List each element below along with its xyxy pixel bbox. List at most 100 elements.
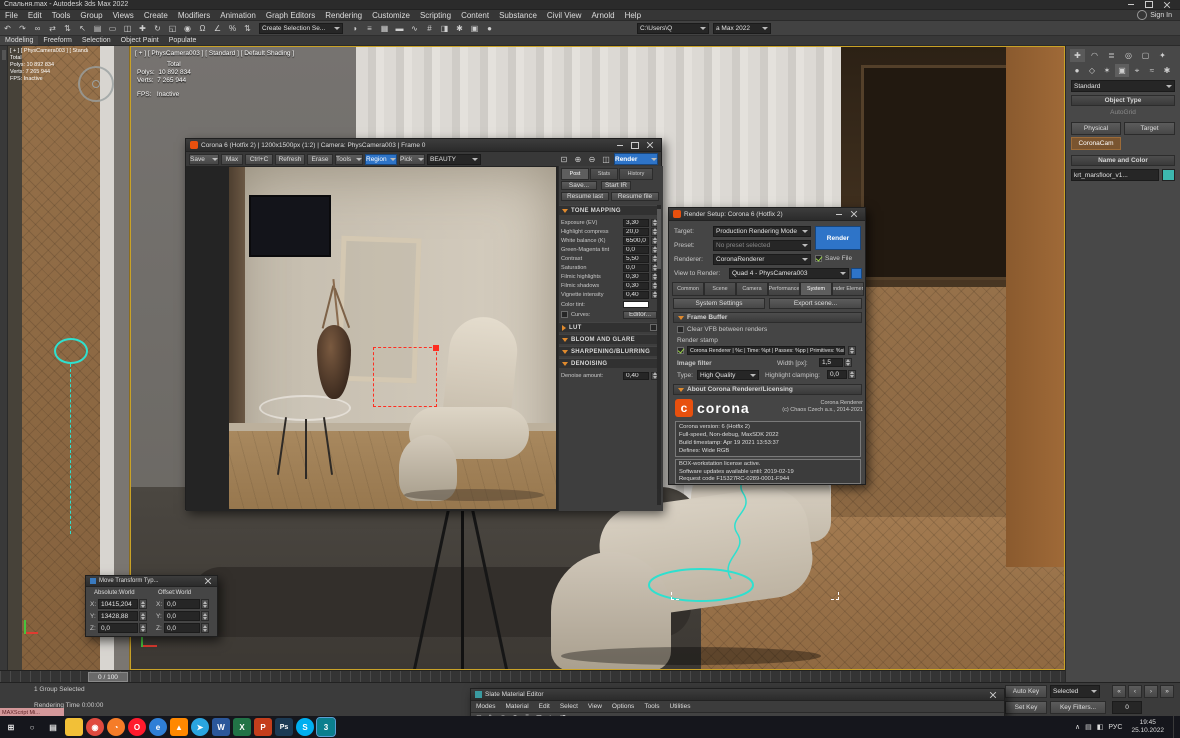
region-handle[interactable]: [433, 345, 439, 351]
color-tint-swatch[interactable]: [623, 301, 649, 308]
render-setup-close-button[interactable]: [846, 208, 861, 220]
titlebar[interactable]: Спальня.max - Autodesk 3ds Max 2022: [0, 0, 1180, 10]
lut-checkbox[interactable]: [650, 324, 657, 331]
space-warps-icon[interactable]: ≈: [1145, 64, 1159, 77]
menu-group[interactable]: Group: [75, 10, 107, 20]
snap-toggle-icon[interactable]: Ω: [195, 22, 210, 35]
tab-performance[interactable]: Performance: [768, 282, 800, 296]
transform-close-button[interactable]: [203, 576, 213, 586]
create-tab-icon[interactable]: ✚: [1070, 49, 1085, 62]
zoom-out-icon[interactable]: ⊖: [586, 153, 598, 166]
preset-dropdown[interactable]: No preset selected: [713, 240, 811, 251]
menu-civil-view[interactable]: Civil View: [542, 10, 587, 20]
vfb-minimize-button[interactable]: [612, 139, 627, 151]
unlink-selection-icon[interactable]: ⇄: [45, 22, 60, 35]
photoshop-icon[interactable]: Ps: [275, 718, 293, 736]
layout-tab[interactable]: [2, 50, 6, 60]
render-setup-icon[interactable]: ✱: [452, 22, 467, 35]
physical-camera-button[interactable]: Physical: [1071, 122, 1121, 135]
explorer-icon[interactable]: [65, 718, 83, 736]
maximize-button[interactable]: [1140, 0, 1158, 9]
vfb-tools-button[interactable]: Tools: [335, 154, 363, 165]
menu-tools[interactable]: Tools: [47, 10, 76, 20]
export-scene-button[interactable]: Export scene...: [769, 298, 862, 309]
object-name-field[interactable]: krt_marsfloor_v1...: [1071, 169, 1159, 181]
opera-icon[interactable]: O: [128, 718, 146, 736]
curves-checkbox[interactable]: [561, 311, 568, 318]
name-and-color-rollout[interactable]: Name and Color: [1071, 155, 1175, 166]
vfb-resume-file-button[interactable]: Resume file: [611, 192, 659, 201]
schematic-view-icon[interactable]: #: [422, 22, 437, 35]
absolute-y-field[interactable]: 13428,88: [98, 611, 138, 621]
vfb-region-button[interactable]: Region: [365, 154, 397, 165]
system-settings-button[interactable]: System Settings: [673, 298, 765, 309]
viewport-layout-tabs[interactable]: [0, 46, 8, 670]
cameras-icon[interactable]: ▣: [1115, 64, 1129, 77]
task-view-button[interactable]: ▤: [44, 718, 62, 736]
language-indicator[interactable]: РУС: [1108, 724, 1122, 731]
undo-icon[interactable]: ↶: [0, 22, 15, 35]
menu-animation[interactable]: Animation: [215, 10, 261, 20]
align-icon[interactable]: ≡: [362, 22, 377, 35]
layer-explorer-icon[interactable]: ▬: [392, 22, 407, 35]
redo-icon[interactable]: ↷: [15, 22, 30, 35]
angle-snap-icon[interactable]: ∠: [210, 22, 225, 35]
viewport-label[interactable]: [ + ] [ PhysCamera003 ] [ Standard ] [ D…: [135, 50, 294, 57]
menu-edit[interactable]: Edit: [23, 10, 47, 20]
lock-view-icon[interactable]: [851, 268, 862, 279]
menu-create[interactable]: Create: [139, 10, 173, 20]
menu-scripting[interactable]: Scripting: [415, 10, 456, 20]
vfb-canvas[interactable]: [186, 166, 558, 511]
filmic-highlights-field[interactable]: 0,30: [623, 273, 649, 281]
spinner[interactable]: [201, 611, 209, 621]
menu-graph-editors[interactable]: Graph Editors: [261, 10, 320, 20]
sign-in-button[interactable]: Sign In: [1137, 10, 1180, 20]
minimize-button[interactable]: [1122, 0, 1140, 9]
absolute-z-field[interactable]: 0,0: [98, 623, 138, 633]
select-by-name-icon[interactable]: ▤: [90, 22, 105, 35]
current-frame-field[interactable]: 0: [1112, 701, 1142, 714]
rectangular-selection-icon[interactable]: ▭: [105, 22, 120, 35]
target-dropdown[interactable]: Production Rendering Mode: [713, 226, 811, 237]
autogrid-checkbox[interactable]: AutoGrid: [1071, 109, 1175, 119]
workspace-combo[interactable]: a Max 2022: [713, 23, 771, 34]
curves-editor-button[interactable]: Editor...: [623, 311, 657, 319]
curve-editor-icon[interactable]: ∿: [407, 22, 422, 35]
clear-vfb-checkbox[interactable]: Clear VFB between renders: [677, 326, 767, 333]
me-menu-utilities[interactable]: Utilities: [665, 701, 696, 712]
project-folder-combo[interactable]: C:\Users\Q: [637, 23, 709, 34]
skype-icon[interactable]: S: [296, 718, 314, 736]
tray-expand-icon[interactable]: ∧: [1075, 723, 1080, 731]
tab-render-elements[interactable]: Render Elements: [832, 282, 864, 296]
play-button[interactable]: ›: [1144, 685, 1158, 698]
render-production-icon[interactable]: ●: [482, 22, 497, 35]
about-corona-rollout[interactable]: About Corona Renderer/Licensing: [673, 384, 862, 395]
target-camera-button[interactable]: Target: [1124, 122, 1175, 135]
lights-icon[interactable]: ✶: [1100, 64, 1114, 77]
close-button[interactable]: [1158, 0, 1176, 9]
select-and-link-icon[interactable]: ∞: [30, 22, 45, 35]
firefox-icon[interactable]: ◔: [107, 718, 125, 736]
prev-frame-button[interactable]: ‹: [1128, 685, 1142, 698]
vfb-max-button[interactable]: Max: [221, 154, 243, 165]
selected-set-dropdown[interactable]: Selected: [1050, 685, 1100, 698]
zoom-in-icon[interactable]: ⊕: [572, 153, 584, 166]
edge-icon[interactable]: e: [149, 718, 167, 736]
hierarchy-tab-icon[interactable]: ≣: [1104, 49, 1119, 62]
chrome-icon[interactable]: ◉: [86, 718, 104, 736]
me-menu-options[interactable]: Options: [607, 701, 639, 712]
vfb-panel-scrollbar[interactable]: [657, 205, 661, 505]
timeline-slider[interactable]: 0 / 100: [88, 672, 128, 682]
camera-type-dropdown[interactable]: Standard: [1071, 80, 1175, 92]
vfb-maximize-button[interactable]: [627, 139, 642, 151]
tray-volume-icon[interactable]: ◧: [1097, 723, 1104, 731]
highlight-clamping-field[interactable]: 0,0: [827, 370, 847, 379]
material-editor-icon[interactable]: ◨: [437, 22, 452, 35]
3dsmax-icon[interactable]: 3: [317, 718, 335, 736]
spinner[interactable]: [139, 599, 147, 609]
render-setup-minimize-button[interactable]: [831, 208, 846, 220]
spinner[interactable]: [848, 346, 856, 355]
spinner-snap-icon[interactable]: ⇅: [240, 22, 255, 35]
shapes-icon[interactable]: ◇: [1085, 64, 1099, 77]
menu-views[interactable]: Views: [108, 10, 139, 20]
